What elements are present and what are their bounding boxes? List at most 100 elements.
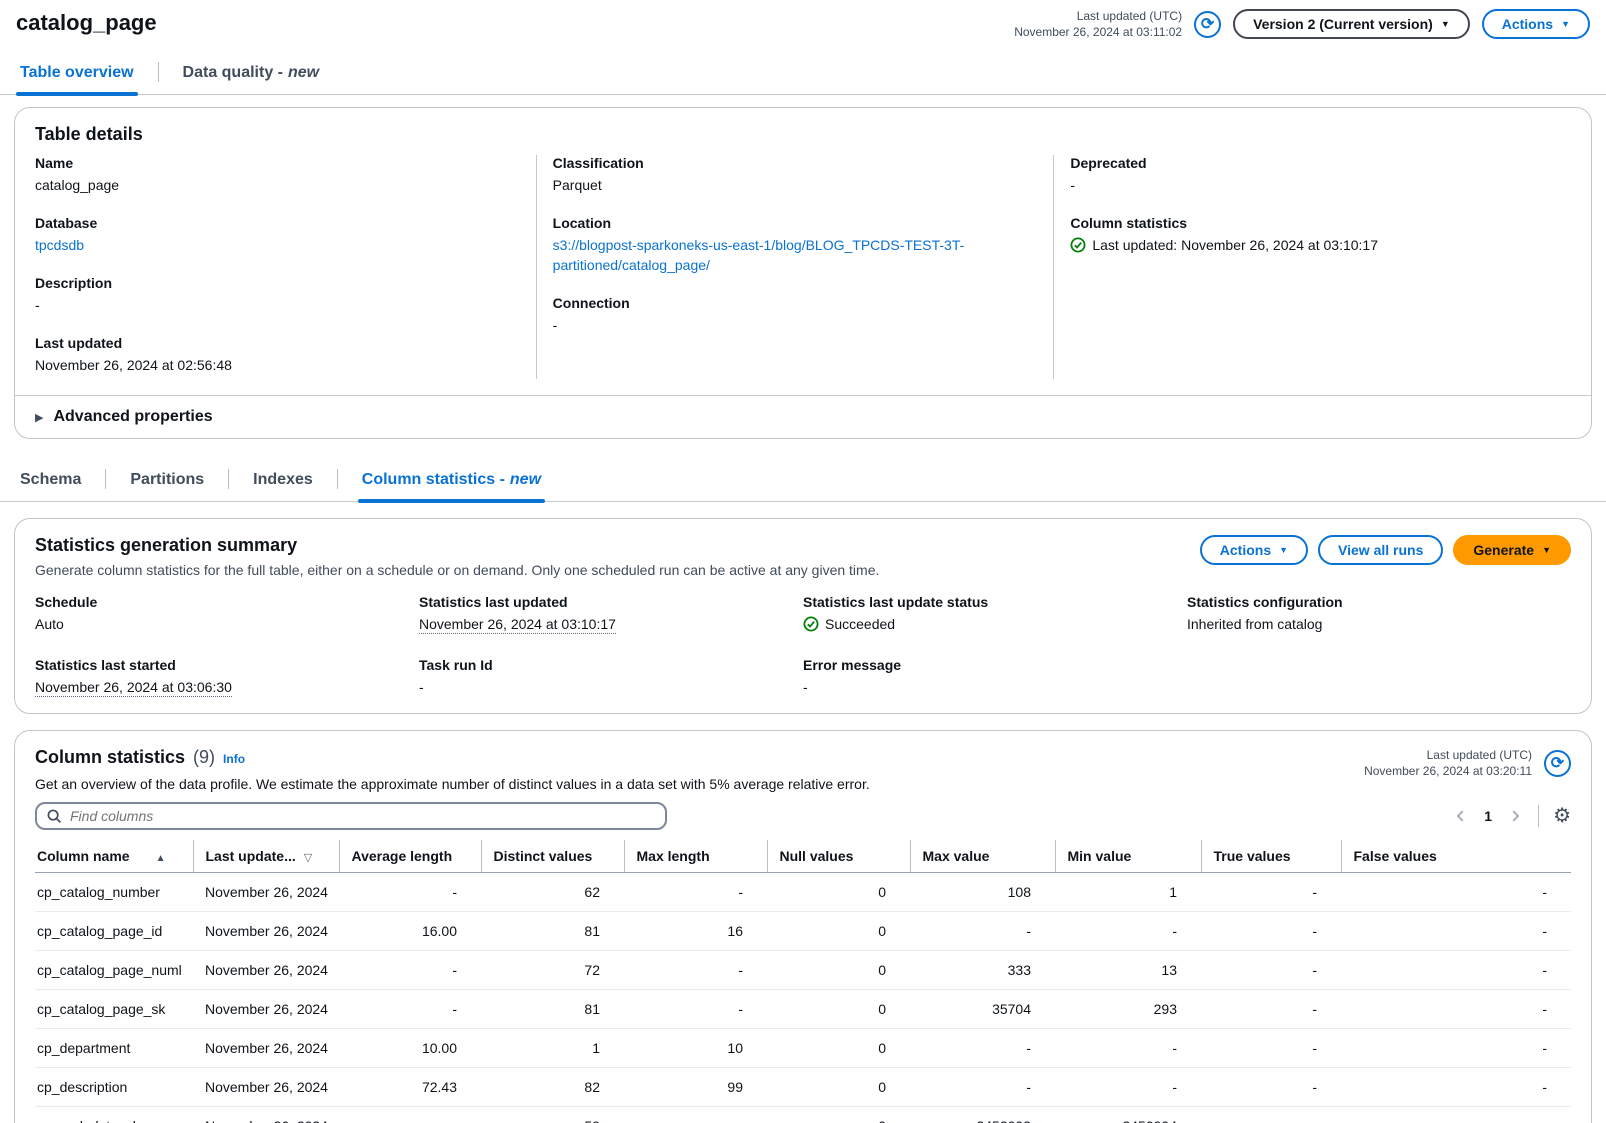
tab-separator xyxy=(105,469,106,489)
col-header-column-name[interactable]: Column name▲ xyxy=(35,840,193,873)
col-header-true-values: True values xyxy=(1201,840,1341,873)
refresh-icon[interactable]: ⟳ xyxy=(1194,11,1221,38)
field-schedule-label: Schedule xyxy=(35,594,419,610)
field-connection-value: - xyxy=(553,315,1030,335)
cell-distinct-values: 82 xyxy=(481,1068,624,1107)
advanced-properties-expander[interactable]: ▶ Advanced properties xyxy=(15,395,1591,438)
generate-label: Generate xyxy=(1473,542,1534,558)
version-select[interactable]: Version 2 (Current version) ▼ xyxy=(1233,9,1470,39)
field-connection-label: Connection xyxy=(553,295,1030,311)
cell-min-value: 293 xyxy=(1055,990,1201,1029)
cell-max-length: - xyxy=(624,951,767,990)
cell-average-length: - xyxy=(339,873,481,912)
chevron-down-icon: ▼ xyxy=(1441,19,1450,29)
tab-table-overview-label: Table overview xyxy=(20,64,134,82)
cell-max-value: - xyxy=(910,1029,1055,1068)
cell-min-value: - xyxy=(1055,912,1201,951)
sort-icon: ▽ xyxy=(304,852,312,864)
column-statistics-card: Column statistics (9) Info Get an overvi… xyxy=(14,730,1592,1123)
table-row: cp_catalog_page_sk November 26, 2024 - 8… xyxy=(35,990,1571,1029)
tab-column-statistics[interactable]: Column statistics - new xyxy=(358,461,545,501)
header-last-updated-value: November 26, 2024 at 03:11:02 xyxy=(1014,24,1182,40)
cell-min-value: - xyxy=(1055,1068,1201,1107)
cell-max-value: 2453003 xyxy=(910,1107,1055,1123)
summary-actions-button[interactable]: Actions ▼ xyxy=(1200,535,1308,565)
chevron-down-icon: ▼ xyxy=(1561,19,1570,29)
field-stats-last-updated-value[interactable]: November 26, 2024 at 03:10:17 xyxy=(419,616,616,634)
search-input[interactable] xyxy=(70,808,655,824)
cell-null-values: 0 xyxy=(767,912,910,951)
cell-column-name: cp_catalog_number xyxy=(35,873,193,912)
field-stats-last-update-status-value: Succeeded xyxy=(825,614,895,634)
info-link[interactable]: Info xyxy=(223,752,245,766)
details-col-1: Name catalog_page Database tpcdsdb Descr… xyxy=(35,155,536,379)
cell-false-values: - xyxy=(1341,1029,1571,1068)
cell-true-values: - xyxy=(1201,912,1341,951)
column-statistics-table: Column name▲ Last update...▽ Average len… xyxy=(35,840,1571,1123)
table-details-title: Table details xyxy=(35,124,1571,145)
table-header-row: Column name▲ Last update...▽ Average len… xyxy=(35,840,1571,873)
field-classification-value: Parquet xyxy=(553,175,1030,195)
cell-average-length: - xyxy=(339,990,481,1029)
cs-last-updated-value: November 26, 2024 at 03:20:11 xyxy=(1364,763,1532,779)
cell-max-value: - xyxy=(910,912,1055,951)
tab-data-quality-label: Data quality - xyxy=(183,64,283,82)
field-classification-label: Classification xyxy=(553,155,1030,171)
cell-false-values: - xyxy=(1341,1107,1571,1123)
field-stats-last-started: Statistics last started November 26, 202… xyxy=(35,657,419,697)
cell-average-length: - xyxy=(339,1107,481,1123)
header-last-updated-label: Last updated (UTC) xyxy=(1014,8,1182,24)
expand-triangle-icon: ▶ xyxy=(35,411,43,424)
view-all-runs-label: View all runs xyxy=(1338,542,1423,558)
field-stats-last-updated: Statistics last updated November 26, 202… xyxy=(419,594,803,635)
field-task-run-id-value: - xyxy=(419,677,803,697)
tab-table-overview[interactable]: Table overview xyxy=(16,54,138,94)
field-stats-last-started-label: Statistics last started xyxy=(35,657,419,673)
field-column-statistics-value: Last updated: November 26, 2024 at 03:10… xyxy=(1092,235,1378,255)
table-details-card: Table details Name catalog_page Database… xyxy=(14,107,1592,439)
cell-max-length: - xyxy=(624,990,767,1029)
cell-average-length: - xyxy=(339,951,481,990)
col-header-last-update-label: Last update... xyxy=(206,848,296,864)
tab-column-statistics-label: Column statistics - xyxy=(362,471,505,489)
field-description: Description - xyxy=(35,275,512,315)
column-statistics-count: (9) xyxy=(193,747,215,768)
version-select-label: Version 2 (Current version) xyxy=(1253,16,1433,32)
details-col-2: Classification Parquet Location s3://blo… xyxy=(536,155,1054,379)
tab-schema[interactable]: Schema xyxy=(16,461,85,501)
tab-data-quality[interactable]: Data quality - new xyxy=(179,54,324,94)
cell-average-length: 72.43 xyxy=(339,1068,481,1107)
col-header-last-update[interactable]: Last update... ▽ xyxy=(193,840,339,873)
field-deprecated-label: Deprecated xyxy=(1070,155,1547,171)
generate-button[interactable]: Generate ▼ xyxy=(1453,535,1571,565)
next-page-icon[interactable] xyxy=(1506,807,1524,825)
cell-true-values: - xyxy=(1201,1029,1341,1068)
header-actions-button[interactable]: Actions ▼ xyxy=(1482,9,1590,39)
cell-null-values: 0 xyxy=(767,1068,910,1107)
cell-true-values: - xyxy=(1201,873,1341,912)
cell-max-value: 35704 xyxy=(910,990,1055,1029)
cell-max-length: - xyxy=(624,1107,767,1123)
tab-indexes[interactable]: Indexes xyxy=(249,461,317,501)
gear-icon[interactable]: ⚙ xyxy=(1553,806,1571,826)
cell-false-values: - xyxy=(1341,873,1571,912)
tab-separator xyxy=(337,469,338,489)
field-column-statistics-label: Column statistics xyxy=(1070,215,1547,231)
search-icon xyxy=(47,809,62,824)
previous-page-icon[interactable] xyxy=(1452,807,1470,825)
refresh-icon[interactable]: ⟳ xyxy=(1544,750,1571,777)
cell-null-values: 0 xyxy=(767,1029,910,1068)
stats-summary-description: Generate column statistics for the full … xyxy=(35,562,879,578)
tab-partitions[interactable]: Partitions xyxy=(126,461,208,501)
cell-false-values: - xyxy=(1341,912,1571,951)
s3-location-link[interactable]: s3://blogpost-sparkoneks-us-east-1/blog/… xyxy=(553,237,965,273)
page-title: catalog_page xyxy=(16,8,157,36)
field-stats-last-started-value[interactable]: November 26, 2024 at 03:06:30 xyxy=(35,679,232,697)
table-row: cp_catalog_number November 26, 2024 - 62… xyxy=(35,873,1571,912)
database-link[interactable]: tpcdsdb xyxy=(35,237,84,253)
cell-false-values: - xyxy=(1341,1068,1571,1107)
current-page[interactable]: 1 xyxy=(1476,808,1500,824)
view-all-runs-button[interactable]: View all runs xyxy=(1318,535,1443,565)
page-header: catalog_page Last updated (UTC) November… xyxy=(0,0,1606,40)
field-stats-last-update-status: Statistics last update status Succeeded xyxy=(803,594,1187,635)
